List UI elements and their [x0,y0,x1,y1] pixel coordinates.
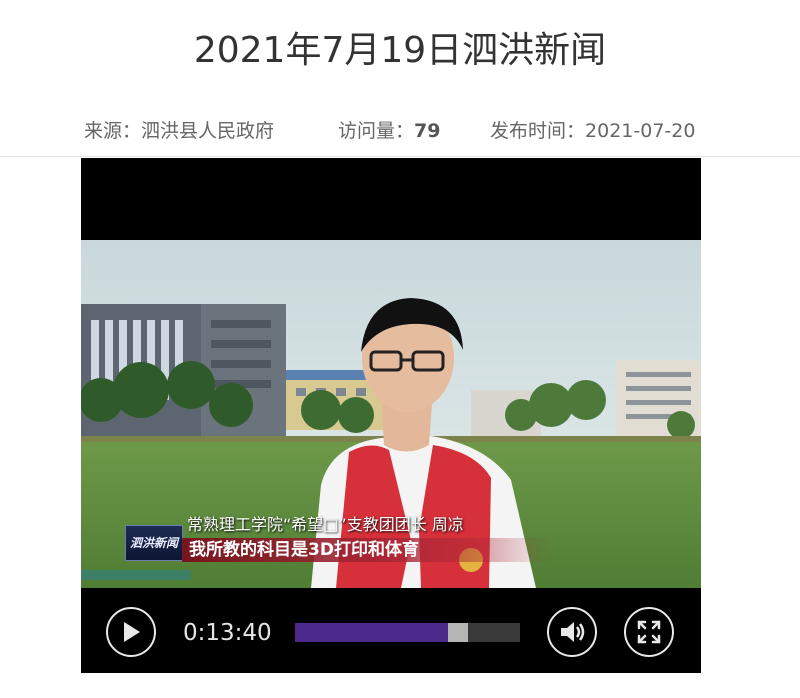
views-meta: 访问量：79 [338,116,440,146]
source-meta: 来源：泗洪县人民政府 [84,116,274,146]
lower-third-accent-strip [81,570,191,580]
current-time: 0:13:40 [183,620,272,646]
volume-icon [561,622,585,642]
views-label: 访问量： [338,120,415,142]
progress-bar[interactable] [295,623,520,642]
video-controls: 0:13:40 [81,588,701,673]
page-title: 2021年7月19日泗洪新闻 [193,30,607,71]
played-segment [295,623,448,642]
news-program-logo: 泗洪新闻 [125,525,183,561]
quote-caption: 我所教的科目是3D打印和体育 [189,540,419,560]
date-label: 发布时间： [490,120,586,142]
publish-date-meta: 发布时间：2021-07-20 [490,116,695,146]
fullscreen-icon [637,620,661,644]
date-value: 2021-07-20 [585,120,696,142]
video-player[interactable]: 泗洪新闻 常熟理工学院“希望□”支教团团长 周凉 我所教的科目是3D打印和体育 … [81,158,701,673]
views-count: 79 [414,120,441,142]
volume-button[interactable] [547,607,597,657]
buffered-segment [448,623,469,642]
header-divider [0,156,800,157]
play-button[interactable] [106,607,156,657]
play-icon [124,622,140,642]
speaker-caption: 常熟理工学院“希望□”支教团团长 周凉 [187,515,464,534]
fullscreen-button[interactable] [624,607,674,657]
source-label: 来源： [84,120,142,142]
source-value: 泗洪县人民政府 [141,120,275,142]
